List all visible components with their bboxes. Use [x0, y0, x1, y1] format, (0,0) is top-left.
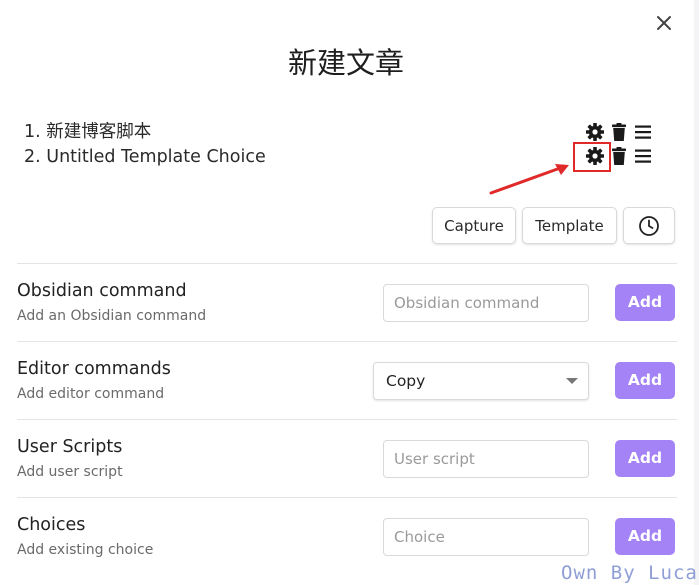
drag-handle-icon[interactable] [633, 146, 653, 166]
divider [17, 419, 677, 420]
trash-icon[interactable] [609, 146, 629, 166]
editor-command-select[interactable]: Copy [373, 362, 589, 400]
wait-button[interactable] [623, 207, 675, 244]
add-user-script-button[interactable]: Add [615, 440, 675, 477]
editor-command-selected: Copy [386, 372, 426, 390]
choice-input[interactable] [383, 518, 589, 556]
obsidian-command-title: Obsidian command [17, 281, 187, 301]
user-scripts-description: Add user script [17, 464, 123, 480]
close-button[interactable] [652, 11, 676, 35]
choices-title: Choices [17, 515, 86, 535]
trash-icon[interactable] [609, 122, 629, 142]
editor-commands-title: Editor commands [17, 359, 171, 379]
annotation-arrow-icon [489, 164, 569, 195]
highlight-box [573, 142, 611, 172]
choice-item: 1. 新建博客脚本 [24, 122, 152, 142]
template-button[interactable]: Template [522, 207, 617, 244]
drag-handle-icon[interactable] [633, 122, 653, 142]
divider [17, 263, 677, 264]
modal-edge [694, 0, 699, 585]
obsidian-command-input[interactable] [383, 284, 589, 322]
close-icon [657, 16, 671, 30]
capture-button[interactable]: Capture [432, 207, 516, 244]
macro-choice-list: 1. 新建博客脚本 2. Untitled Template Choice [24, 120, 444, 170]
add-editor-command-button[interactable]: Add [615, 362, 675, 399]
choices-description: Add existing choice [17, 542, 154, 558]
watermark: Own By Lucas [561, 562, 699, 584]
chevron-down-icon [566, 378, 578, 384]
clock-icon [639, 216, 659, 236]
choice-item-actions [585, 120, 657, 144]
add-choice-button[interactable]: Add [615, 518, 675, 555]
choice-item: 2. Untitled Template Choice [24, 147, 266, 167]
add-obsidian-command-button[interactable]: Add [615, 284, 675, 321]
editor-commands-description: Add editor command [17, 386, 165, 402]
user-scripts-title: User Scripts [17, 437, 123, 457]
gear-icon[interactable] [585, 122, 605, 142]
modal-title: 新建文章 [287, 46, 404, 80]
user-script-input[interactable] [383, 440, 589, 478]
obsidian-command-description: Add an Obsidian command [17, 308, 207, 324]
divider [17, 341, 677, 342]
divider [17, 497, 677, 498]
